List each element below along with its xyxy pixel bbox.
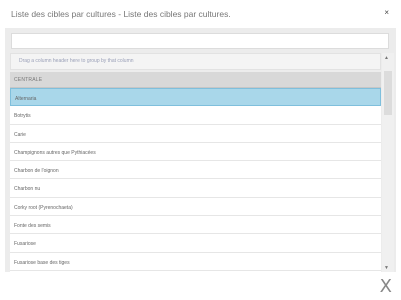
row-label: Charbon nu (14, 186, 41, 193)
close-icon[interactable]: × (384, 8, 389, 17)
dialog-footer: X (0, 272, 401, 300)
search-input[interactable] (11, 33, 389, 49)
group-by-panel[interactable]: Drag a column header here to group by th… (10, 53, 381, 70)
close-button[interactable]: X (380, 276, 392, 297)
row-label: Corky root (Pyrenochaeta) (14, 204, 73, 211)
column-header-label: CENTRALE (14, 77, 43, 83)
group-by-hint: Drag a column header here to group by th… (19, 58, 134, 64)
column-header-centrale[interactable]: CENTRALE (10, 72, 381, 88)
scroll-down-icon[interactable]: ▼ (384, 265, 389, 271)
table-row[interactable]: Charbon de l'oignon (10, 161, 381, 180)
row-label: Charbon de l'oignon (14, 168, 59, 175)
scroll-thumb[interactable] (384, 71, 392, 115)
table-row[interactable]: Corky root (Pyrenochaeta) (10, 197, 381, 217)
row-label: Botrytis (14, 113, 31, 120)
table-row[interactable]: Botrytis (10, 106, 381, 125)
title-bar: Liste des cibles par cultures - Liste de… (0, 0, 401, 28)
row-label: Carie (14, 131, 26, 138)
scroll-up-icon[interactable]: ▲ (384, 55, 389, 61)
vertical-scrollbar[interactable]: ▲ ▼ (382, 53, 394, 272)
row-label: Alternaria (15, 96, 37, 102)
row-label: Champignons autres que Pythiacées (14, 149, 96, 156)
content-panel: Drag a column header here to group by th… (5, 28, 396, 272)
row-label: Fusariose (14, 241, 36, 248)
table-row[interactable]: Fusariose (10, 234, 381, 253)
window-title: Liste des cibles par cultures - Liste de… (11, 9, 231, 19)
grid-rows: Alternaria Botrytis Carie Champignons autre… (10, 88, 381, 272)
row-label: Fonte des semis (14, 223, 51, 230)
row-label: Fusariose base des tiges (14, 259, 70, 266)
table-row[interactable]: Charbon nu (10, 179, 381, 198)
table-row[interactable]: Fonte des semis (10, 216, 381, 235)
table-row[interactable]: Fusariose base des tiges (10, 252, 381, 271)
table-row[interactable]: Alternaria (10, 88, 381, 107)
data-grid: CENTRALE Alternaria Botrytis Carie Champign… (10, 72, 381, 272)
table-row[interactable]: Champignons autres que Pythiacées (10, 142, 381, 162)
table-row[interactable]: Carie (10, 124, 381, 143)
